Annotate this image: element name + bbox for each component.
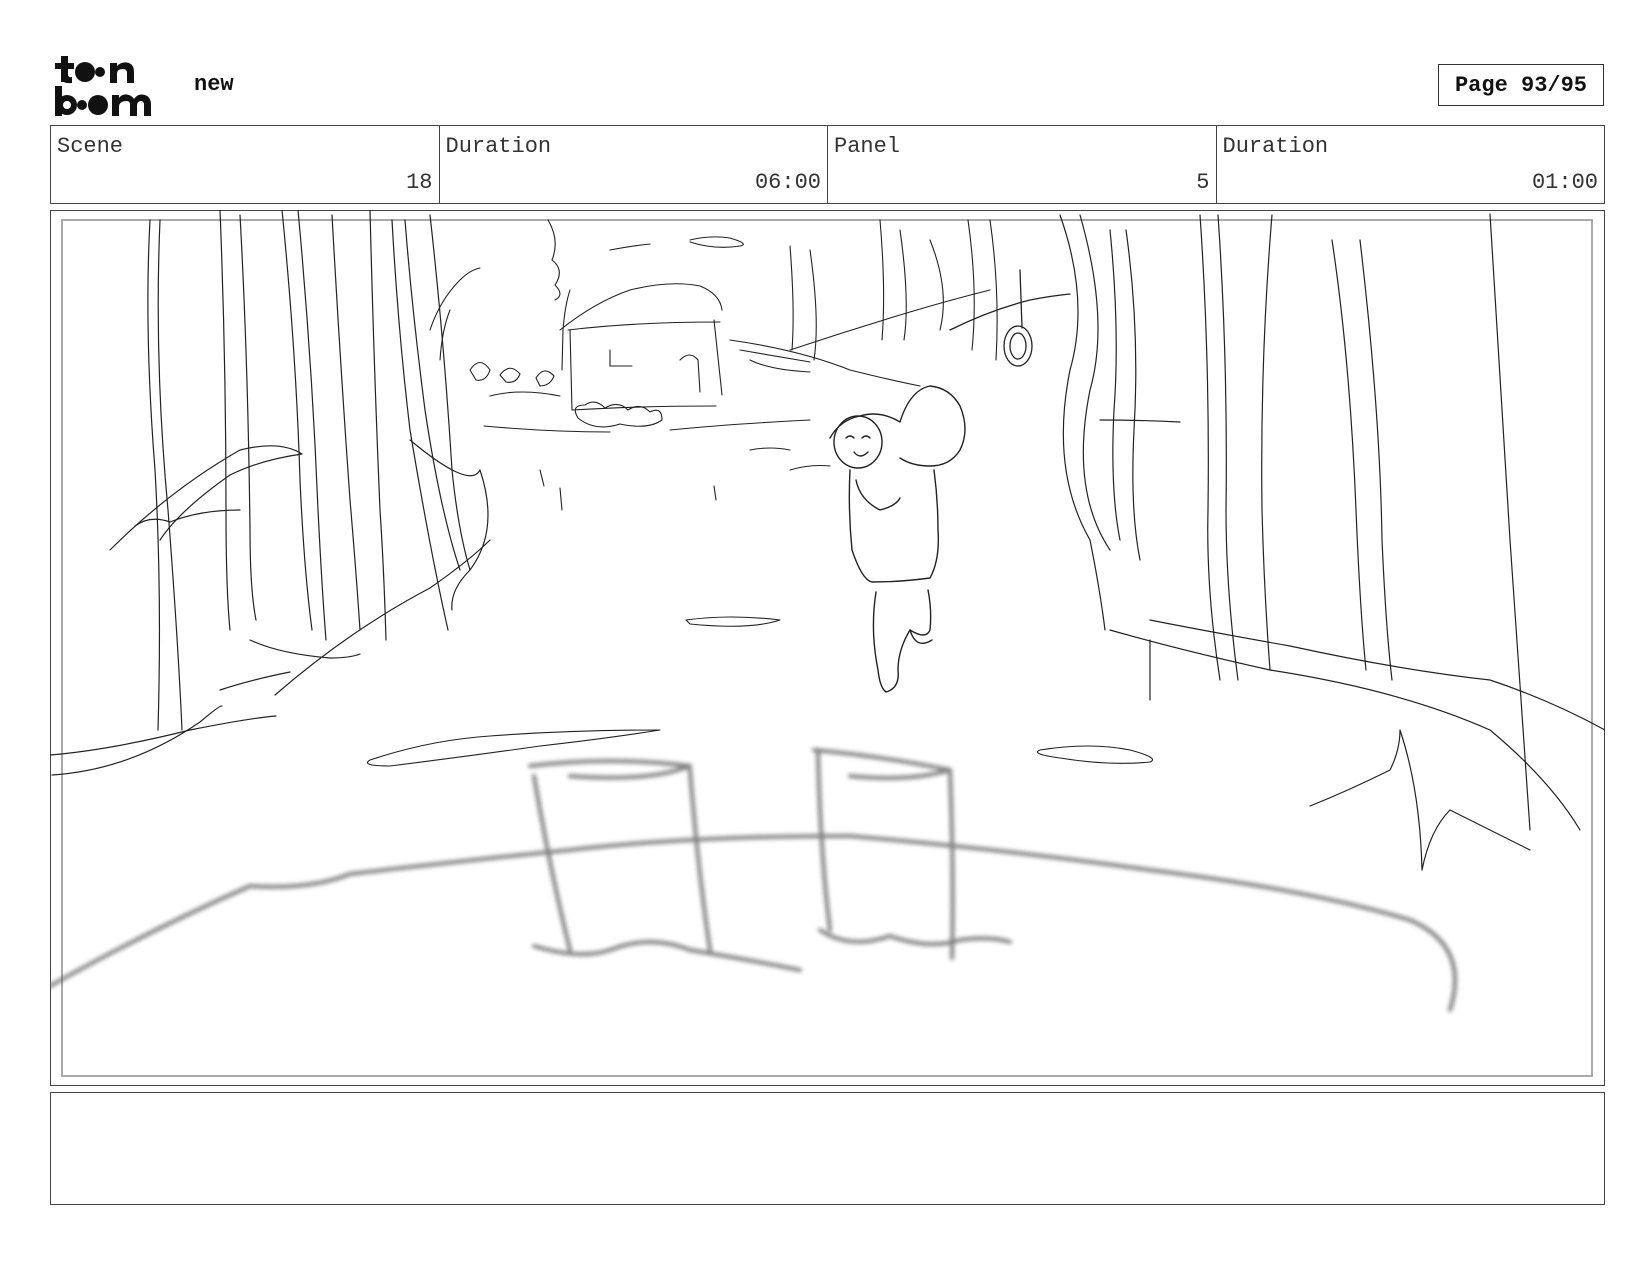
scene-duration-value: 06:00	[754, 170, 821, 195]
panel-label: Panel	[834, 134, 901, 159]
project-name: new	[194, 72, 234, 97]
foreground-posts	[50, 748, 1457, 1012]
right-trees	[1059, 213, 1605, 871]
panel-cell: Panel 5	[828, 126, 1217, 203]
panel-duration-cell: Duration 01:00	[1217, 126, 1605, 203]
panel-value: 5	[1196, 170, 1210, 195]
scene-duration-cell: Duration 06:00	[440, 126, 828, 203]
scene-label: Scene	[57, 134, 124, 159]
ground-marks	[366, 447, 1154, 767]
toon-boom-logo	[55, 56, 151, 116]
panel-duration-value: 01:00	[1531, 170, 1598, 195]
panel-duration-label: Duration	[1222, 134, 1329, 159]
storyboard-sketch	[50, 210, 1605, 1012]
bushes	[469, 361, 811, 433]
scene-duration-label: Duration	[445, 134, 552, 159]
scene-value: 18	[406, 170, 433, 195]
notes-box	[50, 1092, 1605, 1205]
scene-cell: Scene 18	[51, 126, 440, 203]
tire-swing	[949, 269, 1071, 367]
left-trees	[50, 210, 491, 776]
panel-info-row: Scene 18 Duration 06:00 Panel 5 Duration…	[50, 125, 1605, 204]
character-sketch	[829, 385, 966, 693]
page-indicator: Page 93/95	[1438, 64, 1604, 106]
background-trees	[429, 219, 998, 411]
